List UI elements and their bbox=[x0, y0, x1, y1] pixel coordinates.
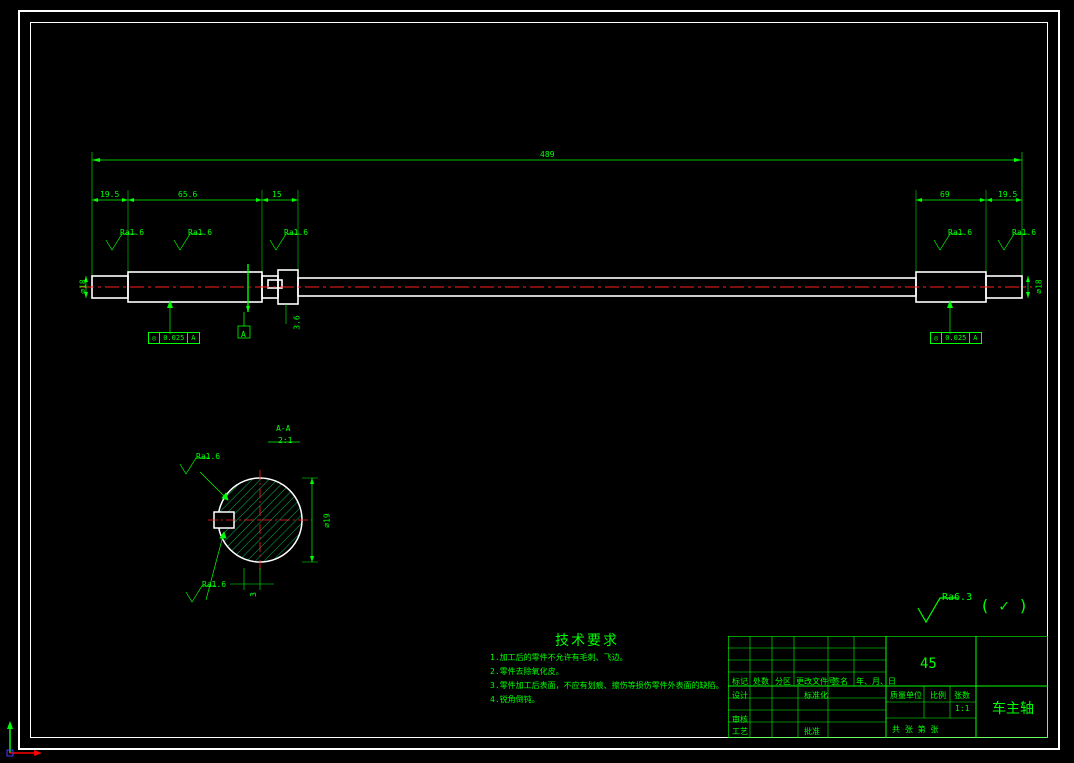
surf-4: Ra1.6 bbox=[948, 228, 972, 237]
section-scale: 2:1 bbox=[278, 436, 292, 445]
tb-r0: 设计 bbox=[732, 690, 748, 701]
title-block bbox=[728, 636, 1048, 738]
surf-1: Ra1.6 bbox=[120, 228, 144, 237]
dim-total-length: 489 bbox=[540, 150, 554, 159]
dim-seg-4: 69 bbox=[940, 190, 950, 199]
tb-h1: 处数 bbox=[753, 676, 769, 687]
general-surface-paren: ( ✓ ) bbox=[980, 596, 1028, 615]
dia-right: ⌀18 bbox=[1035, 279, 1044, 293]
surf-3: Ra1.6 bbox=[284, 228, 308, 237]
dim-seg-1: 19.5 bbox=[100, 190, 119, 199]
tb-h4: 签名 bbox=[832, 676, 848, 687]
tb-sht: 共 张 第 张 bbox=[892, 724, 938, 735]
dim-seg-5: 19.5 bbox=[998, 190, 1017, 199]
req-2: 2.零件去除氧化皮。 bbox=[490, 666, 564, 677]
req-3: 3.零件加工后表面，不应有划痕、擦伤等损伤零件外表面的缺陷。 bbox=[490, 680, 724, 691]
dia-left: ⌀18 bbox=[79, 279, 88, 293]
tb-h2: 分区 bbox=[775, 676, 791, 687]
tb-part-name: 车主轴 bbox=[992, 698, 1034, 718]
req-4: 4.锐角倒钝。 bbox=[490, 694, 540, 705]
tb-m0: 标准化 bbox=[804, 690, 828, 701]
tb-material: 45 bbox=[920, 656, 937, 672]
dim-seg-3: 15 bbox=[272, 190, 282, 199]
tb-mass: 质量单位 bbox=[890, 690, 922, 701]
tb-r1: 审核 bbox=[732, 714, 748, 725]
fcf-left: ◎ 0.025 A bbox=[148, 332, 200, 344]
section-surf-bot: Ra1.6 bbox=[202, 580, 226, 589]
requirements-title: 技术要求 bbox=[555, 630, 619, 650]
section-surf-top: Ra1.6 bbox=[196, 452, 220, 461]
ucs-icon bbox=[4, 719, 44, 759]
req-1: 1.加工后的零件不允许有毛刺、飞边。 bbox=[490, 652, 628, 663]
dim-seg-2: 65.6 bbox=[178, 190, 197, 199]
surf-5: Ra1.6 bbox=[1012, 228, 1036, 237]
tb-r2: 工艺 bbox=[732, 726, 748, 737]
tb-m2: 批准 bbox=[804, 726, 820, 737]
inner-border bbox=[30, 22, 1048, 738]
surf-2: Ra1.6 bbox=[188, 228, 212, 237]
section-label: A-A bbox=[276, 424, 290, 433]
tb-h0: 标记 bbox=[732, 676, 748, 687]
section-view bbox=[150, 420, 370, 620]
tb-h5: 年、月、日 bbox=[856, 676, 896, 687]
tb-scale-value: 1:1 bbox=[955, 704, 969, 713]
datum-a-label: A bbox=[241, 330, 246, 339]
tb-scale-label: 比例 bbox=[930, 690, 946, 701]
section-dia: ⌀19 bbox=[323, 513, 332, 527]
fcf-datum: A bbox=[188, 333, 198, 343]
fcf-tol: 0.025 bbox=[942, 333, 970, 343]
main-view bbox=[70, 140, 1040, 360]
fcf-sym: ◎ bbox=[149, 333, 160, 343]
fcf-sym: ◎ bbox=[931, 333, 942, 343]
section-keyh: 3 bbox=[249, 592, 258, 597]
fcf-tol: 0.025 bbox=[160, 333, 188, 343]
tb-sheet-label: 张数 bbox=[954, 690, 970, 701]
tb-h3: 更改文件号 bbox=[796, 676, 836, 687]
dim-small: 3.6 bbox=[293, 315, 302, 329]
fcf-right: ◎ 0.025 A bbox=[930, 332, 982, 344]
general-surface-value: Ra6.3 bbox=[942, 592, 972, 603]
fcf-datum: A bbox=[970, 333, 980, 343]
